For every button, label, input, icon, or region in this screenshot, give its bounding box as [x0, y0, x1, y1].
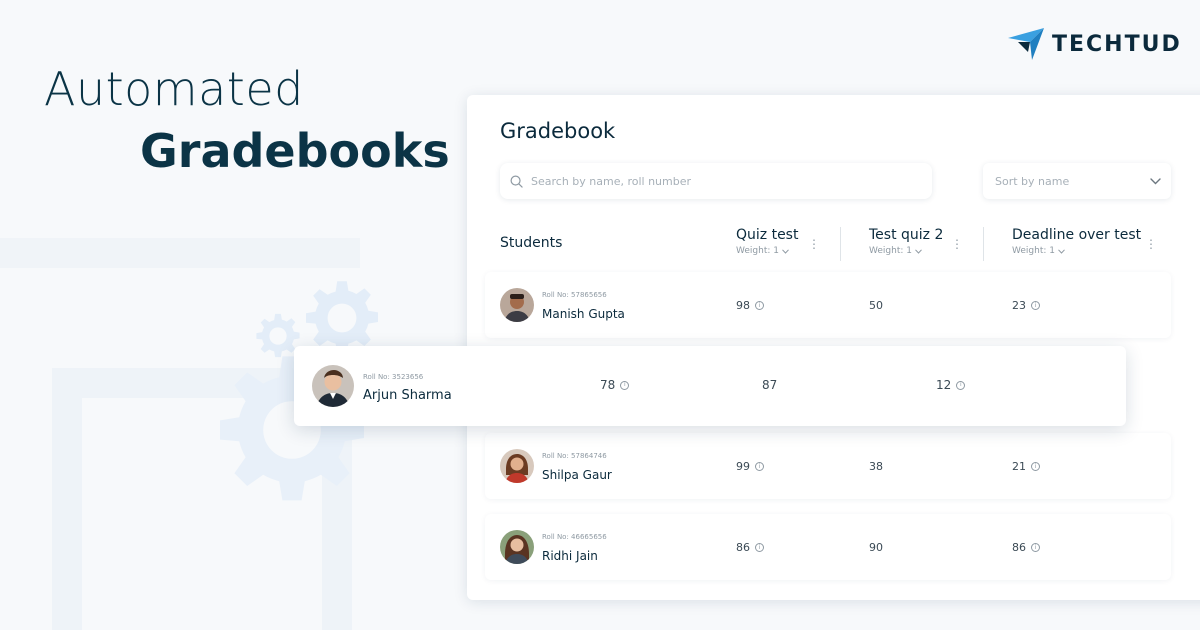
column-header-students: Students	[500, 235, 563, 251]
column-divider	[983, 227, 984, 261]
score-cell: 86 i	[1012, 541, 1040, 554]
score-cell: 12 i	[936, 378, 966, 392]
search-placeholder: Search by name, roll number	[531, 174, 692, 188]
chevron-down-icon	[782, 248, 789, 254]
hero-title-line2: Gradebooks	[140, 124, 450, 178]
column-title: Quiz test	[736, 227, 799, 243]
column-divider	[840, 227, 841, 261]
score-cell: 50	[869, 299, 883, 312]
weight-label: Weight: 1	[1012, 246, 1055, 256]
score-cell: 86 i	[736, 541, 764, 554]
score-value: 90	[869, 541, 883, 554]
student-name: Shilpa Gaur	[542, 468, 612, 482]
gradebook-title: Gradebook	[500, 119, 616, 143]
column-header-quiz-test[interactable]: Quiz test Weight: 1	[736, 227, 798, 256]
score-cell: 23 i	[1012, 299, 1040, 312]
logo-text: TECHTUD	[1052, 31, 1182, 57]
search-icon	[510, 175, 523, 188]
kebab-menu-icon[interactable]: ⋮	[951, 238, 963, 250]
column-header-deadline-over-test[interactable]: Deadline over test Weight: 1	[1012, 227, 1141, 256]
score-value: 78	[600, 378, 616, 392]
score-value: 12	[936, 378, 952, 392]
score-value: 23	[1012, 299, 1026, 312]
info-icon[interactable]: i	[755, 543, 764, 552]
student-name: Arjun Sharma	[363, 388, 452, 403]
score-value: 38	[869, 460, 883, 473]
info-icon[interactable]: i	[1031, 543, 1040, 552]
avatar	[312, 365, 354, 407]
info-icon[interactable]: i	[1031, 462, 1040, 471]
column-weight[interactable]: Weight: 1	[1012, 246, 1141, 256]
background-band	[0, 238, 360, 268]
search-input[interactable]: Search by name, roll number	[500, 163, 932, 199]
score-value: 87	[762, 378, 778, 392]
score-value: 86	[736, 541, 750, 554]
info-icon[interactable]: i	[755, 301, 764, 310]
chevron-down-icon	[915, 248, 922, 254]
column-title: Test quiz 2	[869, 227, 944, 243]
kebab-menu-icon[interactable]: ⋮	[808, 238, 820, 250]
table-row[interactable]: Roll No: 57864746 Shilpa Gaur 99 i 38 21 i	[485, 433, 1171, 499]
roll-number: Roll No: 57865656	[542, 291, 607, 299]
kebab-menu-icon[interactable]: ⋮	[1145, 238, 1157, 250]
score-value: 98	[736, 299, 750, 312]
student-name: Ridhi Jain	[542, 549, 598, 563]
score-value: 21	[1012, 460, 1026, 473]
info-icon[interactable]: i	[956, 380, 966, 390]
avatar	[500, 288, 534, 322]
avatar	[500, 530, 534, 564]
logo: TECHTUD	[1008, 28, 1182, 60]
column-header-test-quiz-2[interactable]: Test quiz 2 Weight: 1	[869, 227, 943, 256]
hero-title-line1: Automated	[44, 62, 304, 116]
column-weight[interactable]: Weight: 1	[736, 246, 798, 256]
weight-label: Weight: 1	[736, 246, 779, 256]
column-weight[interactable]: Weight: 1	[869, 246, 943, 256]
sort-value: Sort by name	[995, 174, 1070, 188]
sort-dropdown[interactable]: Sort by name	[983, 163, 1171, 199]
info-icon[interactable]: i	[755, 462, 764, 471]
info-icon[interactable]: i	[1031, 301, 1040, 310]
score-value: 86	[1012, 541, 1026, 554]
student-name: Manish Gupta	[542, 307, 625, 321]
logo-mark-icon	[1008, 28, 1044, 60]
score-value: 50	[869, 299, 883, 312]
score-cell: 90	[869, 541, 883, 554]
score-cell: 78 i	[600, 378, 630, 392]
roll-number: Roll No: 3523656	[363, 373, 424, 381]
table-row[interactable]: Roll No: 57865656 Manish Gupta 98 i 50 23…	[485, 272, 1171, 338]
info-icon[interactable]: i	[620, 380, 630, 390]
roll-number: Roll No: 46665656	[542, 533, 607, 541]
weight-label: Weight: 1	[869, 246, 912, 256]
score-cell: 87	[762, 378, 777, 392]
table-row-highlighted[interactable]: Roll No: 3523656 Arjun Sharma 78 i 87 12 i	[294, 346, 1126, 426]
score-cell: 99 i	[736, 460, 764, 473]
roll-number: Roll No: 57864746	[542, 452, 607, 460]
avatar	[500, 449, 534, 483]
column-title: Deadline over test	[1012, 227, 1142, 243]
score-cell: 38	[869, 460, 883, 473]
chevron-down-icon	[1150, 177, 1161, 184]
score-cell: 98 i	[736, 299, 764, 312]
table-row[interactable]: Roll No: 46665656 Ridhi Jain 86 i 90 86 i	[485, 514, 1171, 580]
score-value: 99	[736, 460, 750, 473]
chevron-down-icon	[1058, 248, 1065, 254]
score-cell: 21 i	[1012, 460, 1040, 473]
